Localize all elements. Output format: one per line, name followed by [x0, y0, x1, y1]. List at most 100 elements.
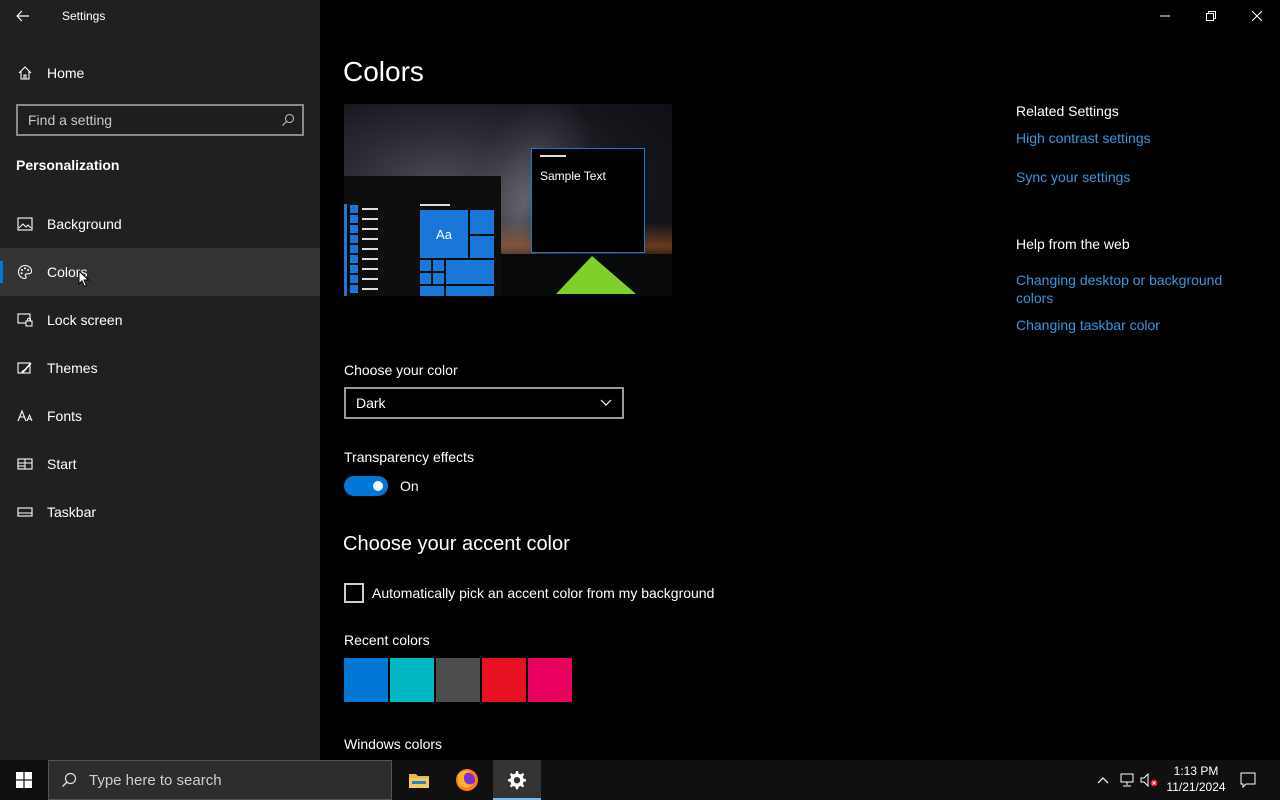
sidebar-item-label: Background	[47, 216, 122, 232]
transparency-toggle[interactable]	[344, 476, 388, 496]
accent-color-heading: Choose your accent color	[343, 533, 570, 555]
preview-tile	[446, 286, 494, 296]
sidebar-item-home[interactable]: Home	[0, 56, 320, 90]
navigation-pane: Settings Home Personalization Background…	[0, 0, 320, 760]
section-title-personalization: Personalization	[16, 157, 120, 173]
lock-screen-icon	[17, 312, 33, 328]
taskbar: Type here to search 1:13 PM 11/21/2024	[0, 760, 1280, 800]
choose-color-value: Dark	[356, 395, 386, 411]
color-swatch[interactable]	[436, 658, 480, 702]
palette-icon	[17, 264, 33, 280]
home-icon	[17, 65, 33, 81]
preview-tiles-header	[420, 204, 450, 206]
sidebar-item-taskbar[interactable]: Taskbar	[0, 488, 320, 536]
find-setting-input[interactable]	[18, 106, 274, 134]
page-title: Colors	[343, 56, 424, 87]
sidebar-item-lock-screen[interactable]: Lock screen	[0, 296, 320, 344]
sidebar-item-colors[interactable]: Colors	[0, 248, 320, 296]
color-swatch[interactable]	[482, 658, 526, 702]
preview-tile	[420, 260, 431, 271]
show-hidden-icons-button[interactable]	[1092, 760, 1114, 800]
font-icon	[17, 408, 33, 424]
gear-icon	[508, 771, 526, 790]
preview-sample-text: Sample Text	[540, 169, 606, 183]
taskbar-file-explorer[interactable]	[395, 760, 443, 800]
changing-taskbar-link[interactable]: Changing taskbar color	[1016, 316, 1160, 334]
auto-accent-checkbox[interactable]	[344, 583, 364, 603]
minimize-icon	[1160, 15, 1170, 17]
sidebar-item-background[interactable]: Background	[0, 200, 320, 248]
network-icon	[1120, 773, 1134, 787]
sidebar-item-start[interactable]: Start	[0, 440, 320, 488]
back-arrow-icon	[16, 10, 29, 22]
network-button[interactable]	[1116, 760, 1138, 800]
preview-tiles: Aa	[420, 210, 494, 296]
recent-colors	[344, 658, 574, 702]
windows-colors-label: Windows colors	[344, 736, 443, 752]
transparency-state: On	[400, 478, 419, 494]
preview-window: Sample Text	[531, 148, 645, 253]
start-icon	[17, 456, 33, 472]
restore-button[interactable]	[1188, 0, 1234, 32]
auto-accent-row: Automatically pick an accent color from …	[344, 583, 714, 603]
home-label: Home	[47, 65, 85, 81]
sidebar-item-label: Taskbar	[47, 504, 97, 520]
window-title: Settings	[62, 9, 106, 23]
personalization-nav-list: Background Colors Lock screen Themes Fon…	[0, 200, 320, 536]
transparency-label: Transparency effects	[344, 449, 474, 465]
recent-colors-label: Recent colors	[344, 632, 430, 648]
notification-icon	[1240, 772, 1256, 788]
high-contrast-link[interactable]: High contrast settings	[1016, 129, 1151, 147]
preview-window-titlebar	[540, 155, 566, 157]
chevron-up-icon	[1097, 777, 1109, 784]
help-from-web-heading: Help from the web	[1016, 236, 1130, 252]
changing-desktop-link[interactable]: Changing desktop or background colors	[1016, 271, 1236, 307]
windows-logo-icon	[16, 772, 32, 788]
preview-tile	[446, 260, 494, 284]
taskbar-search-placeholder: Type here to search	[89, 771, 222, 789]
clock-date: 11/21/2024	[1166, 780, 1226, 794]
folder-icon	[409, 774, 429, 788]
preview-app-list	[350, 204, 380, 294]
color-swatch[interactable]	[344, 658, 388, 702]
sidebar-item-label: Start	[47, 456, 77, 472]
firefox-icon	[456, 769, 478, 791]
preview-tile	[433, 260, 444, 271]
taskbar-firefox[interactable]	[443, 760, 491, 800]
preview-tent	[556, 256, 636, 294]
transparency-row: On	[344, 476, 419, 496]
start-button[interactable]	[0, 760, 48, 800]
close-button[interactable]	[1234, 0, 1280, 32]
preview-tile-aa: Aa	[420, 210, 468, 258]
minimize-button[interactable]	[1142, 0, 1188, 32]
preview-tile	[470, 210, 494, 234]
related-settings-heading: Related Settings	[1016, 103, 1119, 119]
picture-icon	[17, 216, 33, 232]
preview-tile	[433, 273, 444, 284]
taskbar-search-box[interactable]: Type here to search	[48, 760, 392, 800]
chevron-down-icon	[600, 399, 612, 406]
preview-tile	[420, 273, 431, 284]
sidebar-item-themes[interactable]: Themes	[0, 344, 320, 392]
sync-settings-link[interactable]: Sync your settings	[1016, 168, 1130, 186]
choose-color-dropdown[interactable]: Dark	[344, 387, 624, 419]
taskbar-clock[interactable]: 1:13 PM 11/21/2024	[1160, 763, 1232, 795]
preview-tile	[470, 236, 494, 258]
action-center-button[interactable]	[1234, 760, 1262, 800]
volume-button[interactable]	[1138, 760, 1160, 800]
sidebar-item-label: Themes	[47, 360, 98, 376]
auto-accent-label[interactable]: Automatically pick an accent color from …	[372, 585, 714, 601]
clock-time: 1:13 PM	[1173, 764, 1219, 778]
sidebar-item-fonts[interactable]: Fonts	[0, 392, 320, 440]
taskbar-settings[interactable]	[493, 760, 541, 800]
volume-muted-icon	[1140, 773, 1158, 787]
toggle-knob	[373, 481, 383, 491]
preview-start-bar	[344, 204, 347, 296]
color-swatch[interactable]	[528, 658, 572, 702]
color-swatch[interactable]	[390, 658, 434, 702]
find-setting-search[interactable]	[16, 104, 304, 136]
brush-icon	[17, 360, 33, 376]
search-icon[interactable]	[274, 106, 302, 134]
back-button[interactable]	[0, 0, 46, 32]
preview-tile	[420, 286, 444, 296]
